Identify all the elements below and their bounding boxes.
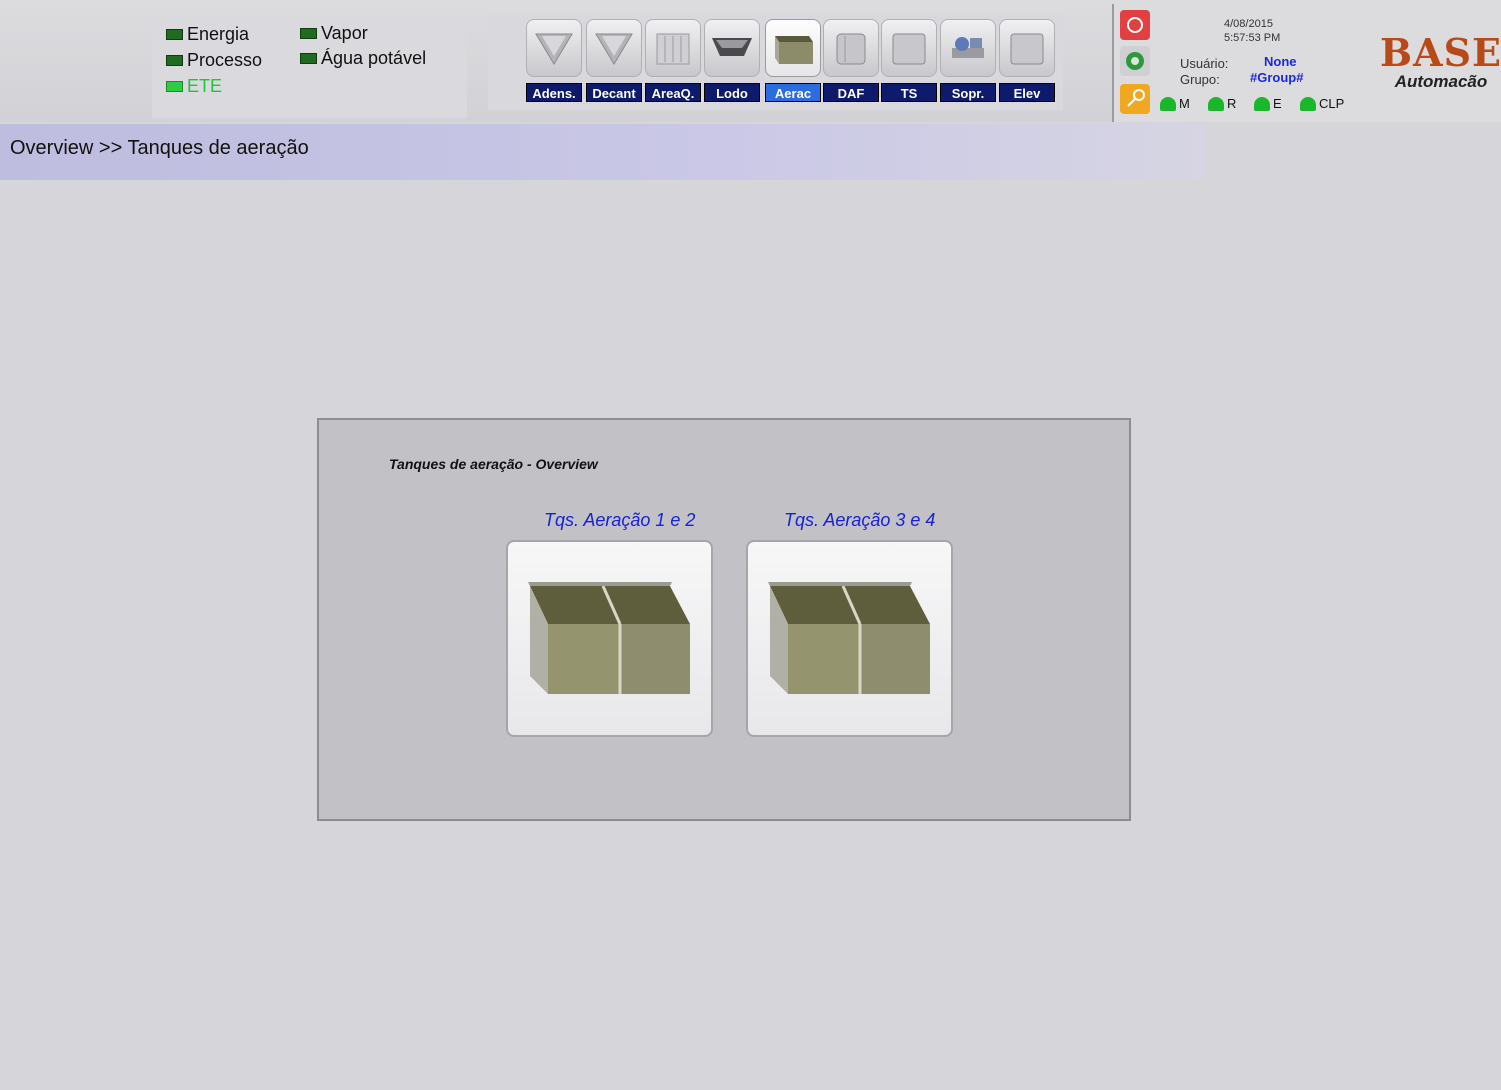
nav-label: Elev	[999, 83, 1055, 102]
nav-areaq-button[interactable]: AreaQ.	[645, 19, 701, 102]
status-panel: 4/08/2015 5:57:53 PM Usuário: None Grupo…	[1112, 4, 1501, 122]
lamp-label: R	[1227, 96, 1237, 111]
nav-label: TS	[881, 83, 937, 102]
lamp-label: CLP	[1319, 96, 1345, 111]
legend-swatch	[166, 29, 183, 40]
lamp-indicator-icon	[1208, 97, 1224, 111]
nav-sopr-button[interactable]: Sopr.	[940, 19, 996, 102]
tank-group-1-label[interactable]: Tqs. Aeração 1 e 2	[544, 510, 695, 531]
nav-label: Decant	[586, 83, 642, 102]
nav-aerac-button[interactable]: Aerac	[765, 19, 821, 102]
legend-item-vapor[interactable]: Vapor	[300, 23, 368, 44]
nav-elev-button[interactable]: Elev	[999, 19, 1055, 102]
legend-label: Processo	[187, 50, 263, 70]
login-icon[interactable]	[1120, 46, 1150, 76]
cone-tank-icon	[526, 19, 582, 77]
nav-label: DAF	[823, 83, 879, 102]
nav-label: Sopr.	[940, 83, 996, 102]
system-legend: Energia Processo ETE Vapor Água potável	[152, 14, 467, 118]
legend-label: ETE	[187, 76, 223, 96]
tank-group-2-label[interactable]: Tqs. Aeração 3 e 4	[784, 510, 935, 531]
lamp-indicator-icon	[1160, 97, 1176, 111]
user-value: None	[1264, 54, 1297, 69]
cylinder-tank-icon	[999, 19, 1055, 77]
brand-name: BASE	[1380, 30, 1501, 75]
cylinder-tank-icon	[823, 19, 879, 77]
legend-label: Energia	[187, 24, 250, 44]
key-icon[interactable]	[1120, 84, 1150, 114]
legend-item-processo[interactable]: Processo	[166, 50, 262, 71]
aeration-overview-panel: Tanques de aeração - Overview Tqs. Aeraç…	[317, 418, 1131, 821]
nav-label: Aerac	[765, 83, 821, 102]
cylinder-tank-icon	[881, 19, 937, 77]
lamp-indicator-icon	[1300, 97, 1316, 111]
legend-item-ete[interactable]: ETE	[166, 76, 222, 97]
lamp-indicator-icon	[1254, 97, 1270, 111]
area-navigation: Adens. Decant AreaQ. Lodo Aerac DAF TS S…	[488, 14, 1063, 110]
brand-logo: BASE Automacão	[1380, 34, 1501, 92]
group-label: Grupo:	[1180, 72, 1220, 87]
legend-label: Vapor	[321, 23, 368, 43]
time-display: 5:57:53 PM	[1224, 32, 1281, 44]
nav-daf-button[interactable]: DAF	[823, 19, 879, 102]
nav-label: AreaQ.	[645, 83, 701, 102]
legend-swatch	[166, 81, 183, 92]
lamp-r: R	[1208, 96, 1236, 111]
nav-ts-button[interactable]: TS	[881, 19, 937, 102]
nav-lodo-button[interactable]: Lodo	[704, 19, 760, 102]
cone-tank-icon	[586, 19, 642, 77]
group-value: #Group#	[1250, 70, 1304, 85]
lamp-clp: CLP	[1300, 96, 1344, 111]
aeration-tank-icon	[768, 582, 930, 694]
lamp-label: E	[1273, 96, 1282, 111]
nav-adens-button[interactable]: Adens.	[526, 19, 582, 102]
blower-icon	[940, 19, 996, 77]
tank-group-2-button[interactable]	[746, 540, 953, 737]
tank-group-1-button[interactable]	[506, 540, 713, 737]
alarm-icon[interactable]	[1120, 10, 1150, 40]
basin-icon	[704, 19, 760, 77]
aeration-tank-icon	[528, 582, 690, 694]
date-display: 4/08/2015	[1224, 18, 1273, 30]
lamp-e: E	[1254, 96, 1282, 111]
legend-label: Água potável	[321, 48, 427, 68]
legend-swatch	[166, 55, 183, 66]
legend-item-agua-potavel[interactable]: Água potável	[300, 48, 426, 69]
legend-swatch	[300, 28, 317, 39]
brand-tagline: Automacão	[1394, 72, 1488, 91]
legend-swatch	[300, 53, 317, 64]
nav-label: Lodo	[704, 83, 760, 102]
user-label: Usuário:	[1180, 56, 1229, 71]
panel-title: Tanques de aeração - Overview	[389, 456, 598, 472]
legend-item-energia[interactable]: Energia	[166, 24, 249, 45]
breadcrumb: Overview >> Tanques de aeração	[0, 124, 1205, 180]
grid-tank-icon	[645, 19, 701, 77]
lamp-m: M	[1160, 96, 1190, 111]
lamp-label: M	[1179, 96, 1190, 111]
nav-decant-button[interactable]: Decant	[586, 19, 642, 102]
top-toolbar: Energia Processo ETE Vapor Água potável …	[0, 0, 1501, 122]
aeration-tank-icon	[765, 19, 821, 77]
nav-label: Adens.	[526, 83, 582, 102]
